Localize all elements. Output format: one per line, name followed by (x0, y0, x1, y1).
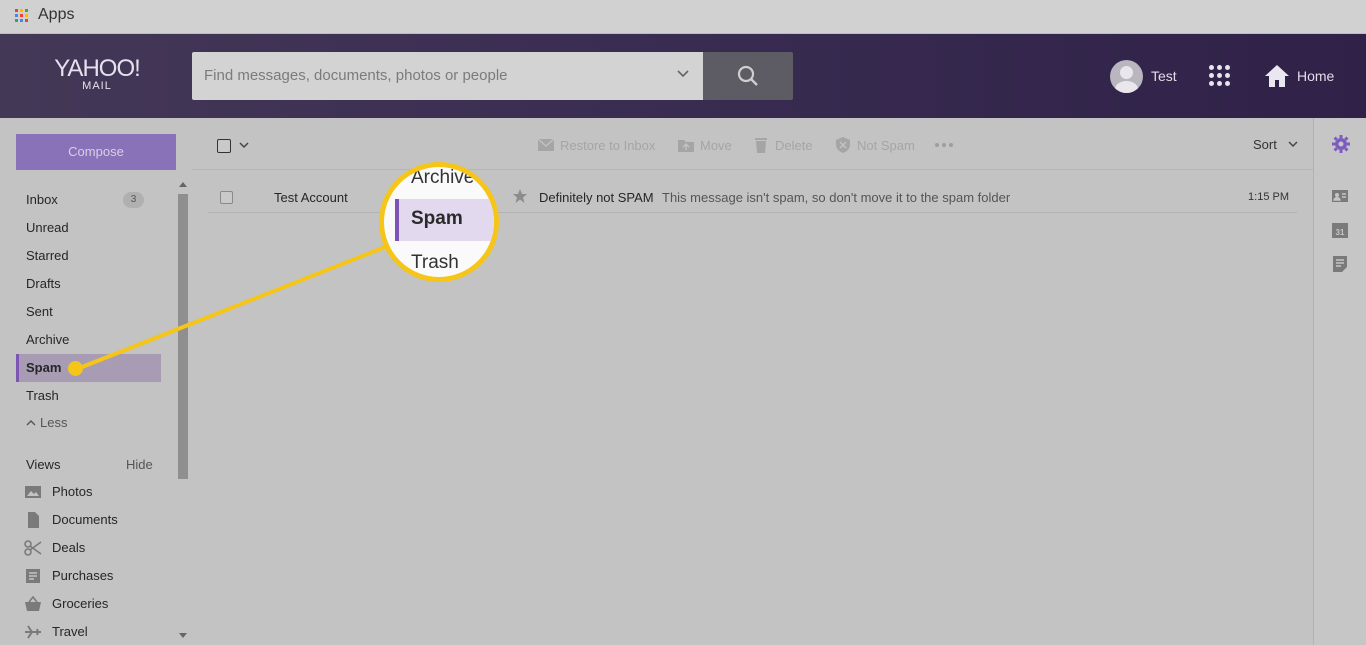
chevron-down-icon[interactable] (677, 67, 689, 79)
apps-grid-icon[interactable] (15, 9, 28, 22)
unread-count-badge: 3 (123, 192, 144, 208)
less-label: Less (40, 415, 68, 430)
folder-spam[interactable]: Spam (16, 354, 161, 382)
basket-icon (25, 596, 41, 611)
message-snippet: This message isn't spam, so don't move i… (662, 190, 1011, 205)
folder-sidebar: Compose Inbox 3 Unread Starred Drafts Se… (0, 118, 192, 645)
message-list-pane: Restore to Inbox Move Delete Not Spam So… (192, 118, 1313, 645)
calendar-icon[interactable]: 31 (1331, 221, 1349, 239)
view-label: Groceries (52, 596, 109, 611)
delete-label: Delete (775, 138, 813, 153)
notepad-icon[interactable] (1331, 255, 1349, 273)
move-button[interactable]: Move (677, 137, 737, 153)
home-link[interactable]: Home (1297, 68, 1334, 84)
folder-label: Spam (26, 360, 62, 375)
search-button[interactable] (703, 52, 793, 100)
folder-drafts[interactable]: Drafts (16, 270, 161, 298)
message-row[interactable]: Test Account Definitely not SPAM This me… (208, 181, 1297, 213)
photo-icon (25, 486, 41, 498)
user-name[interactable]: Test (1151, 68, 1177, 84)
more-actions-icon[interactable] (935, 143, 953, 147)
magnified-trash-label: Trash (411, 252, 459, 273)
view-label: Documents (52, 512, 118, 527)
avatar[interactable] (1110, 60, 1143, 93)
contacts-icon[interactable] (1331, 188, 1349, 204)
views-heading: Views (26, 457, 61, 472)
folder-label: Unread (26, 220, 69, 235)
magnified-spam-folder: Spam (395, 199, 494, 241)
restore-icon (537, 138, 555, 151)
callout-dot (68, 361, 83, 376)
apps-menu-icon[interactable] (1209, 65, 1231, 87)
sidebar-scrollbar[interactable] (178, 194, 188, 479)
move-label: Move (700, 138, 732, 153)
chevron-down-icon[interactable] (239, 141, 249, 149)
star-icon[interactable] (513, 189, 527, 203)
folder-trash[interactable]: Trash (16, 382, 161, 410)
compose-button[interactable]: Compose (16, 134, 176, 170)
restore-label: Restore to Inbox (560, 138, 656, 153)
callout-magnifier: Archive Spam Trash (379, 162, 499, 282)
magnified-spam-label: Spam (411, 208, 463, 229)
folder-starred[interactable]: Starred (16, 242, 161, 270)
scroll-up-arrow[interactable] (179, 182, 187, 187)
folder-label: Drafts (26, 276, 61, 291)
folder-unread[interactable]: Unread (16, 214, 161, 242)
chevron-up-icon (26, 420, 36, 426)
plane-icon (25, 625, 41, 639)
search-icon (737, 65, 758, 86)
message-subject: Definitely not SPAM (539, 190, 654, 205)
view-label: Photos (52, 484, 93, 499)
message-toolbar: Restore to Inbox Move Delete Not Spam So… (192, 118, 1313, 170)
hide-views-link[interactable]: Hide (126, 457, 153, 472)
scissors-icon (24, 540, 42, 556)
shield-icon (836, 137, 850, 153)
select-all-checkbox[interactable] (217, 139, 231, 153)
right-rail: 31 (1313, 118, 1366, 645)
view-label: Travel (52, 624, 88, 639)
folder-label: Sent (26, 304, 53, 319)
logo-text: YAHOO! (54, 55, 141, 82)
search-placeholder: Find messages, documents, photos or peop… (204, 67, 508, 84)
folder-archive[interactable]: Archive (16, 326, 161, 354)
svg-text:31: 31 (1336, 228, 1345, 237)
receipt-icon (26, 569, 40, 583)
trash-icon (755, 138, 767, 153)
delete-button[interactable]: Delete (752, 137, 817, 153)
folder-label: Inbox (26, 192, 58, 207)
message-time: 1:15 PM (1248, 191, 1289, 203)
folder-label: Starred (26, 248, 69, 263)
gear-icon[interactable] (1331, 134, 1351, 154)
folder-inbox[interactable]: Inbox 3 (16, 186, 161, 214)
apps-link[interactable]: Apps (38, 6, 74, 24)
not-spam-label: Not Spam (857, 138, 915, 153)
sort-label: Sort (1253, 137, 1277, 152)
scroll-down-arrow[interactable] (179, 633, 187, 638)
yahoo-mail-logo[interactable]: YAHOO! MAIL (50, 55, 144, 93)
folder-sent[interactable]: Sent (16, 298, 161, 326)
mail-header: YAHOO! MAIL Find messages, documents, ph… (0, 34, 1366, 118)
less-toggle[interactable]: Less (26, 415, 67, 430)
message-sender: Test Account (274, 190, 348, 205)
folder-move-icon (678, 140, 694, 152)
bookmark-bar: Apps (0, 0, 1366, 34)
restore-to-inbox-button[interactable]: Restore to Inbox (537, 137, 657, 153)
view-label: Deals (52, 540, 86, 555)
view-label: Purchases (52, 568, 114, 583)
chevron-down-icon (1288, 141, 1298, 148)
folder-label: Archive (26, 332, 70, 347)
not-spam-button[interactable]: Not Spam (834, 137, 919, 153)
home-icon[interactable] (1264, 64, 1290, 88)
folder-label: Trash (26, 388, 59, 403)
sort-dropdown[interactable]: Sort (1253, 137, 1298, 152)
magnified-archive-label: Archive (411, 167, 475, 188)
message-checkbox[interactable] (220, 191, 233, 204)
document-icon (28, 512, 39, 528)
search-input[interactable]: Find messages, documents, photos or peop… (192, 52, 703, 100)
